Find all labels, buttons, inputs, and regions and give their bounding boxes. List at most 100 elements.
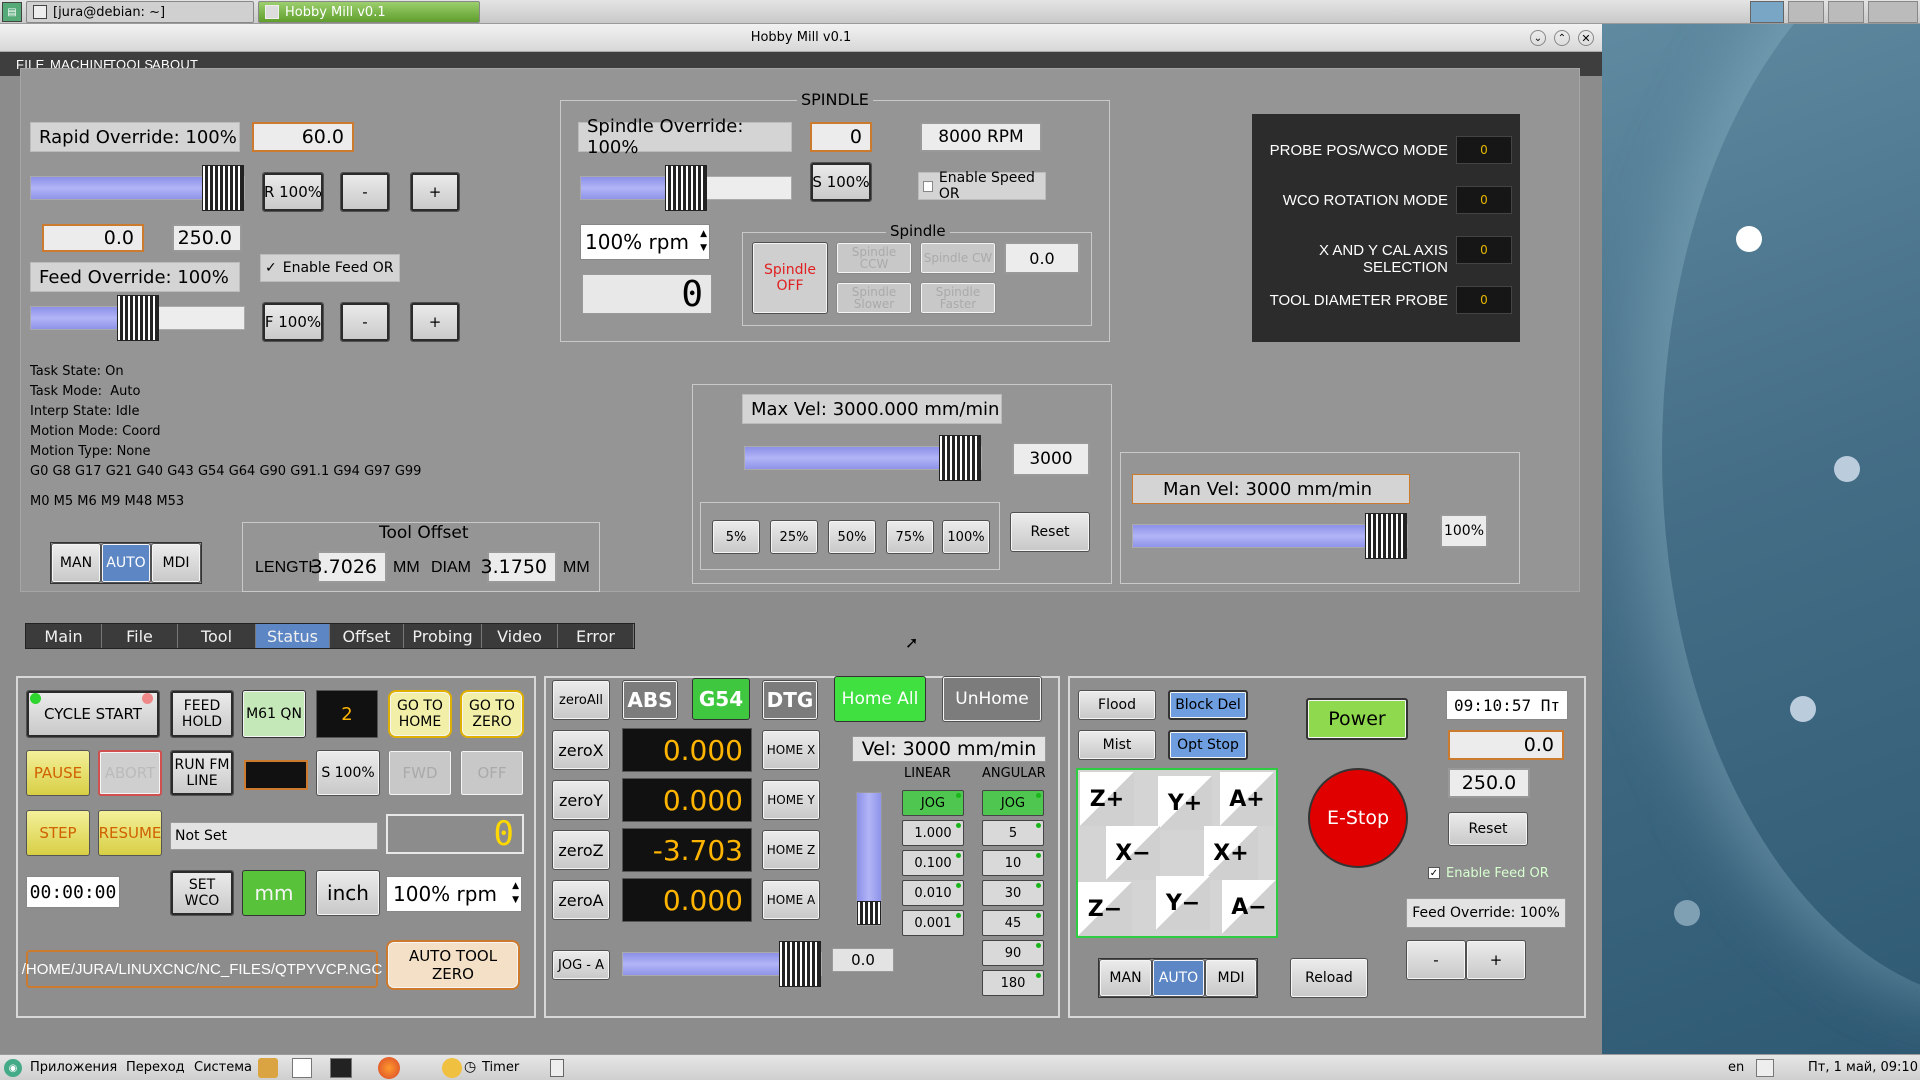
workspace-1[interactable] — [1750, 1, 1784, 23]
feed-slider-handle[interactable] — [116, 295, 159, 341]
estop-button[interactable]: E-Stop — [1308, 768, 1408, 868]
mist-button[interactable]: Mist — [1078, 730, 1156, 760]
taskbar-terminal[interactable]: [jura@debian: ~] — [26, 1, 254, 23]
firefox-icon[interactable] — [378, 1057, 400, 1079]
angular-10-button[interactable]: 10 — [982, 850, 1044, 876]
m61-qn-button[interactable]: M61 QN — [242, 690, 306, 738]
show-desktop-icon[interactable] — [550, 1059, 564, 1077]
feed-reset-button[interactable]: F 100% — [262, 302, 324, 342]
jog-a-button[interactable]: JOG - A — [552, 950, 610, 980]
go-to-home-button[interactable]: GO TO HOME — [388, 690, 452, 738]
rapid-override-slider[interactable] — [30, 165, 245, 211]
angular-45-button[interactable]: 45 — [982, 910, 1044, 936]
max-vel-50-button[interactable]: 50% — [828, 520, 876, 554]
abort-button[interactable]: ABORT — [98, 750, 162, 796]
mode-mdi-button[interactable]: MDI — [151, 543, 201, 583]
spindle-slider-handle[interactable] — [665, 165, 707, 211]
feed-hold-button[interactable]: FEED HOLD — [170, 690, 234, 738]
rapid-minus-button[interactable]: - — [340, 172, 390, 212]
jog-y-plus-button[interactable]: Y+ — [1158, 776, 1212, 830]
enable-speed-or-checkbox[interactable]: Enable Speed OR — [918, 170, 1046, 202]
tab-main[interactable]: Main — [26, 624, 102, 648]
max-vel-reset-button[interactable]: Reset — [1010, 512, 1090, 552]
language-indicator[interactable]: en — [1728, 1060, 1744, 1075]
launcher-icon[interactable] — [258, 1058, 278, 1078]
linear-jog-button[interactable]: JOG — [902, 790, 964, 816]
max-vel-75-button[interactable]: 75% — [886, 520, 934, 554]
jog-a-slider-handle[interactable] — [779, 941, 821, 987]
right-minus-button[interactable]: - — [1406, 940, 1466, 980]
rpm-spinbox[interactable]: 100% rpm ▲ ▼ — [386, 876, 522, 912]
man-vel-slider-handle[interactable] — [1365, 513, 1407, 559]
home-z-button[interactable]: HOME Z — [762, 830, 820, 870]
mode-auto-button-2[interactable]: AUTO — [1152, 959, 1205, 997]
max-vel-slider-handle[interactable] — [939, 435, 981, 481]
angular-90-button[interactable]: 90 — [982, 940, 1044, 966]
zero-z-button[interactable]: zeroZ — [552, 830, 610, 870]
reload-button[interactable]: Reload — [1290, 958, 1368, 998]
rapid-slider-handle[interactable] — [202, 165, 244, 211]
inch-units-button[interactable]: inch — [316, 870, 380, 916]
app-menu-icon[interactable]: ▤ — [2, 2, 22, 22]
rapid-reset-button[interactable]: R 100% — [262, 172, 324, 212]
power-button[interactable]: Power — [1306, 698, 1408, 740]
spindle-override-slider[interactable] — [580, 165, 792, 211]
spindle-ccw-button[interactable]: Spindle CCW — [836, 242, 912, 274]
zero-all-button[interactable]: zeroAll — [552, 680, 610, 720]
text-editor-icon[interactable] — [292, 1058, 312, 1078]
linear-0100-button[interactable]: 0.100 — [902, 850, 964, 876]
jog-a-plus-button[interactable]: A+ — [1220, 772, 1274, 826]
flood-button[interactable]: Flood — [1078, 690, 1156, 720]
zero-y-button[interactable]: zeroY — [552, 780, 610, 820]
enable-feed-or-checkbox[interactable]: ✓ Enable Feed OR — [260, 254, 400, 282]
tab-status[interactable]: Status — [256, 624, 330, 648]
tab-video[interactable]: Video — [482, 624, 558, 648]
max-vel-slider[interactable] — [744, 435, 982, 481]
right-plus-button[interactable]: + — [1466, 940, 1526, 980]
zero-x-button[interactable]: zeroX — [552, 730, 610, 770]
spindle-slower-button[interactable]: Spindle Slower — [836, 282, 912, 314]
tab-file[interactable]: File — [102, 624, 178, 648]
jog-a-slider[interactable] — [622, 941, 822, 987]
s-100-button[interactable]: S 100% — [316, 750, 380, 796]
auto-tool-zero-button[interactable]: AUTO TOOL ZERO — [386, 940, 520, 990]
block-del-button[interactable]: Block Del — [1168, 690, 1248, 720]
terminal-launcher-icon[interactable] — [330, 1058, 352, 1078]
max-vel-25-button[interactable]: 25% — [770, 520, 818, 554]
spindle-faster-button[interactable]: Spindle Faster — [920, 282, 996, 314]
tab-offset[interactable]: Offset — [330, 624, 404, 648]
mode-man-button-2[interactable]: MAN — [1099, 959, 1152, 997]
loaded-file-path[interactable]: /HOME/JURA/LINUXCNC/NC_FILES/QTPYVCP.NGC — [22, 950, 382, 988]
dtg-button[interactable]: DTG — [762, 680, 818, 720]
spindle-fwd-button[interactable]: FWD — [388, 750, 452, 796]
right-enable-feed-or-checkbox[interactable]: ✓ Enable Feed OR — [1428, 862, 1578, 884]
linear-0001-button[interactable]: 0.001 — [902, 910, 964, 936]
menu-places[interactable]: Переход — [126, 1060, 185, 1075]
spindle-off-button[interactable]: Spindle OFF — [752, 242, 828, 314]
menu-applications[interactable]: Приложения — [30, 1060, 117, 1075]
opt-stop-button[interactable]: Opt Stop — [1168, 730, 1248, 760]
jog-x-minus-button[interactable]: X− — [1106, 826, 1160, 880]
pause-button[interactable]: PAUSE — [26, 750, 90, 796]
man-vel-slider[interactable] — [1132, 513, 1408, 559]
right-reset-button[interactable]: Reset — [1448, 812, 1528, 846]
spindle-reset-button[interactable]: S 100% — [810, 162, 872, 202]
rpm-spin-arrows-icon[interactable]: ▲ ▼ — [512, 879, 519, 907]
taskbar-hobby-mill[interactable]: Hobby Mill v0.1 — [258, 1, 480, 23]
home-y-button[interactable]: HOME Y — [762, 780, 820, 820]
rapid-plus-button[interactable]: + — [410, 172, 460, 212]
spin-arrows-icon[interactable]: ▲ ▼ — [700, 227, 707, 255]
abs-button[interactable]: ABS — [622, 680, 678, 720]
workspace-2[interactable] — [1788, 1, 1824, 23]
angular-180-button[interactable]: 180 — [982, 970, 1044, 996]
mode-auto-button[interactable]: AUTO — [101, 543, 151, 583]
timer-label[interactable]: Timer — [482, 1060, 519, 1075]
angular-5-button[interactable]: 5 — [982, 820, 1044, 846]
home-all-button[interactable]: Home All — [834, 676, 926, 722]
max-vel-100-button[interactable]: 100% — [942, 520, 990, 554]
menu-system[interactable]: Система — [194, 1060, 252, 1075]
go-to-zero-button[interactable]: GO TO ZERO — [460, 690, 524, 738]
spindle-cw-button[interactable]: Spindle CW — [920, 242, 996, 274]
minimize-icon[interactable]: ⌄ — [1530, 30, 1546, 46]
home-a-button[interactable]: HOME A — [762, 880, 820, 920]
